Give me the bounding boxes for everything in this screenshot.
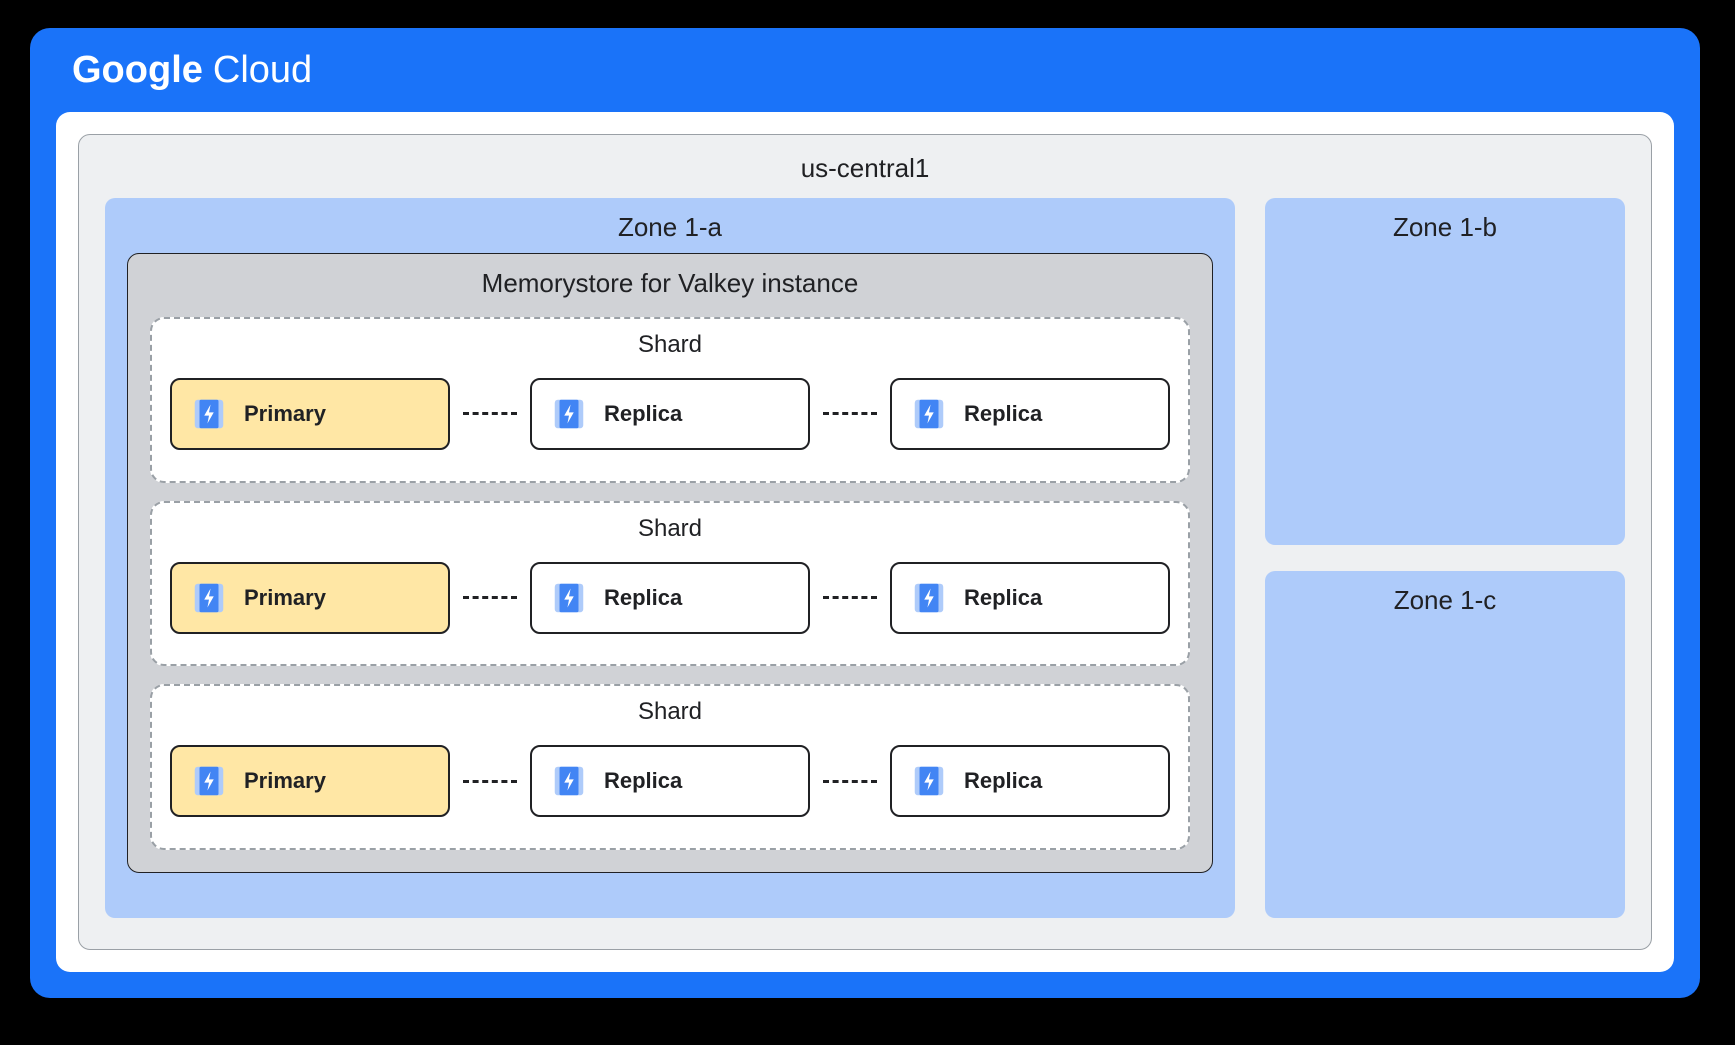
diagram-canvas: Google Cloud us-central1 Zone 1-a Memory… bbox=[0, 0, 1735, 1045]
shard-0-label: Shard bbox=[170, 331, 1170, 359]
memorystore-icon bbox=[550, 395, 588, 433]
connector bbox=[823, 780, 877, 783]
shard-0-replica-0: Replica bbox=[530, 378, 810, 450]
instance-title: Memorystore for Valkey instance bbox=[150, 268, 1190, 299]
shard-1: Shard Primary bbox=[150, 501, 1190, 667]
shard-2-primary: Primary bbox=[170, 745, 450, 817]
shard-1-nodes: Primary Replica bbox=[170, 553, 1170, 643]
zone-1-c: Zone 1-c bbox=[1265, 571, 1625, 918]
node-role-label: Replica bbox=[964, 585, 1042, 611]
memorystore-icon bbox=[910, 762, 948, 800]
memorystore-instance: Memorystore for Valkey instance Shard Pr… bbox=[127, 253, 1213, 873]
memorystore-icon bbox=[190, 395, 228, 433]
google-cloud-logo: Google Cloud bbox=[56, 28, 1674, 112]
shard-0-nodes: Primary Replica bbox=[170, 369, 1170, 459]
connector bbox=[823, 412, 877, 415]
brand-word-cloud: Cloud bbox=[213, 49, 312, 92]
shard-0-primary: Primary bbox=[170, 378, 450, 450]
node-role-label: Replica bbox=[604, 585, 682, 611]
memorystore-icon bbox=[190, 762, 228, 800]
zone-1-a: Zone 1-a Memorystore for Valkey instance… bbox=[105, 198, 1235, 918]
google-cloud-frame: Google Cloud us-central1 Zone 1-a Memory… bbox=[30, 28, 1700, 998]
node-role-label: Replica bbox=[604, 401, 682, 427]
shard-0: Shard Primary bbox=[150, 317, 1190, 483]
zone-1-b: Zone 1-b bbox=[1265, 198, 1625, 545]
shard-2: Shard Primary bbox=[150, 684, 1190, 850]
node-role-label: Primary bbox=[244, 585, 326, 611]
connector bbox=[823, 596, 877, 599]
zone-1-a-label: Zone 1-a bbox=[127, 212, 1213, 243]
memorystore-icon bbox=[190, 579, 228, 617]
zones-bc-column: Zone 1-b Zone 1-c bbox=[1265, 198, 1625, 918]
node-role-label: Replica bbox=[604, 768, 682, 794]
connector bbox=[463, 412, 517, 415]
shard-2-replica-1: Replica bbox=[890, 745, 1170, 817]
memorystore-icon bbox=[550, 762, 588, 800]
memorystore-icon bbox=[910, 395, 948, 433]
region-card: us-central1 Zone 1-a Memorystore for Val… bbox=[78, 134, 1652, 950]
shard-2-replica-0: Replica bbox=[530, 745, 810, 817]
connector bbox=[463, 780, 517, 783]
shard-1-primary: Primary bbox=[170, 562, 450, 634]
zone-1-b-label: Zone 1-b bbox=[1287, 212, 1603, 243]
connector bbox=[463, 596, 517, 599]
memorystore-icon bbox=[550, 579, 588, 617]
brand-word-google: Google bbox=[72, 49, 203, 92]
region-label: us-central1 bbox=[105, 153, 1625, 184]
shard-1-replica-0: Replica bbox=[530, 562, 810, 634]
zone-1-c-label: Zone 1-c bbox=[1287, 585, 1603, 616]
node-role-label: Replica bbox=[964, 401, 1042, 427]
node-role-label: Primary bbox=[244, 401, 326, 427]
project-card: us-central1 Zone 1-a Memorystore for Val… bbox=[56, 112, 1674, 972]
shard-2-label: Shard bbox=[170, 698, 1170, 726]
shard-1-replica-1: Replica bbox=[890, 562, 1170, 634]
shard-2-nodes: Primary Replica bbox=[170, 736, 1170, 826]
shard-0-replica-1: Replica bbox=[890, 378, 1170, 450]
zones-row: Zone 1-a Memorystore for Valkey instance… bbox=[105, 198, 1625, 918]
node-role-label: Replica bbox=[964, 768, 1042, 794]
node-role-label: Primary bbox=[244, 768, 326, 794]
memorystore-icon bbox=[910, 579, 948, 617]
shard-1-label: Shard bbox=[170, 515, 1170, 543]
